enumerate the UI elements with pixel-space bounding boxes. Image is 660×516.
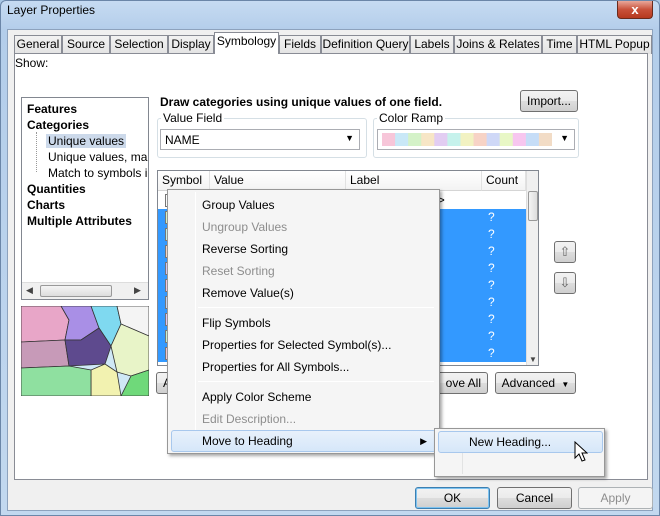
tree-multiple-attributes[interactable]: Multiple Attributes	[27, 214, 132, 228]
tree-unique-values-many[interactable]: Unique values, many	[48, 150, 148, 164]
ramp-color-stop	[382, 133, 396, 146]
tree-line	[36, 132, 37, 172]
ramp-color-stop	[538, 133, 552, 146]
mouse-cursor-icon	[574, 441, 588, 462]
arrow-down-icon: ⇩	[559, 275, 571, 290]
menu-properties-all-symbols[interactable]: Properties for All Symbols...	[171, 356, 436, 378]
ramp-color-stop	[473, 133, 488, 146]
cell-count: ?	[488, 227, 495, 241]
chevron-down-icon[interactable]: ▼	[560, 133, 569, 143]
tab-labels[interactable]: Labels	[410, 35, 454, 54]
menu-group-values[interactable]: Group Values	[171, 194, 436, 216]
cell-count: ?	[488, 329, 495, 343]
cell-count: ?	[488, 312, 495, 326]
tab-definition-query[interactable]: Definition Query	[321, 35, 410, 54]
grid-scroll-thumb[interactable]	[528, 191, 538, 221]
grid-context-menu: Group Values Ungroup Values Reverse Sort…	[167, 189, 440, 454]
menu-properties-selected-symbols[interactable]: Properties for Selected Symbol(s)...	[171, 334, 436, 356]
tab-source[interactable]: Source	[62, 35, 110, 54]
ramp-color-stop	[499, 133, 514, 146]
apply-button[interactable]: Apply	[578, 487, 653, 509]
col-header-count[interactable]: Count	[482, 171, 526, 191]
color-ramp-swatch	[382, 133, 552, 146]
cancel-button[interactable]: Cancel	[497, 487, 572, 509]
title-bar[interactable]: Layer Properties x	[1, 1, 659, 23]
value-field-value: NAME	[165, 133, 200, 147]
tab-html-popup[interactable]: HTML Popup	[577, 35, 652, 54]
color-ramp-label: Color Ramp	[377, 111, 446, 125]
ramp-color-stop	[486, 133, 501, 146]
tree-categories[interactable]: Categories	[27, 118, 89, 132]
ramp-color-stop	[512, 133, 527, 146]
renderer-heading: Draw categories using unique values of o…	[160, 95, 443, 109]
col-header-value[interactable]: Value	[210, 171, 346, 191]
tab-time[interactable]: Time	[542, 35, 577, 54]
scroll-right-icon[interactable]: ▶	[134, 285, 141, 296]
ok-button[interactable]: OK	[415, 487, 490, 509]
map-preview	[21, 306, 149, 396]
color-ramp-dropdown[interactable]: ▼	[377, 129, 575, 150]
menu-edit-description[interactable]: Edit Description...	[171, 408, 436, 430]
ramp-color-stop	[421, 133, 435, 146]
menu-separator	[198, 307, 434, 308]
cell-count: ?	[488, 244, 495, 258]
chevron-down-icon[interactable]: ▼	[345, 133, 354, 143]
ramp-color-stop	[447, 133, 461, 146]
menu-separator	[198, 381, 434, 382]
menu-flip-symbols[interactable]: Flip Symbols	[171, 312, 436, 334]
scroll-thumb[interactable]	[40, 285, 112, 297]
move-down-button[interactable]: ⇩	[554, 272, 576, 294]
menu-move-to-heading[interactable]: Move to Heading ▶	[171, 430, 436, 452]
tab-symbology[interactable]: Symbology	[214, 32, 279, 54]
tree-features[interactable]: Features	[27, 102, 77, 116]
menu-reset-sorting[interactable]: Reset Sorting	[171, 260, 436, 282]
tab-joins-relates[interactable]: Joins & Relates	[454, 35, 542, 54]
arrow-up-icon: ⇧	[559, 244, 571, 259]
ramp-color-stop	[525, 133, 540, 146]
scroll-left-icon[interactable]: ◀	[26, 285, 33, 296]
chevron-right-icon: ▶	[420, 436, 427, 446]
move-up-button[interactable]: ⇧	[554, 241, 576, 263]
advanced-button[interactable]: Advanced ▼	[495, 372, 576, 394]
tree-match-to-symbols[interactable]: Match to symbols in a	[48, 166, 148, 180]
col-header-label[interactable]: Label	[346, 171, 482, 191]
menu-ungroup-values[interactable]: Ungroup Values	[171, 216, 436, 238]
cell-count: ?	[488, 278, 495, 292]
tab-display[interactable]: Display	[168, 35, 214, 54]
cell-count: ?	[488, 210, 495, 224]
cell-count: ?	[488, 346, 495, 360]
tree-hscrollbar[interactable]: ◀ ▶	[22, 282, 148, 299]
tab-selection[interactable]: Selection	[110, 35, 168, 54]
window-title: Layer Properties	[7, 3, 96, 17]
tree-quantities[interactable]: Quantities	[27, 182, 86, 196]
value-field-dropdown[interactable]: NAME ▼	[160, 129, 360, 150]
menu-apply-color-scheme[interactable]: Apply Color Scheme	[171, 386, 436, 408]
advanced-label: Advanced	[501, 376, 556, 390]
tab-fields[interactable]: Fields	[279, 35, 321, 54]
show-label: Show:	[15, 56, 49, 70]
tree-charts[interactable]: Charts	[27, 198, 65, 212]
menu-move-to-heading-label: Move to Heading	[202, 434, 293, 448]
ramp-color-stop	[434, 133, 448, 146]
tab-general[interactable]: General	[14, 35, 62, 54]
menu-remove-values[interactable]: Remove Value(s)	[171, 282, 436, 304]
cell-count: ?	[488, 295, 495, 309]
cell-count: ?	[488, 261, 495, 275]
show-tree[interactable]: Features Categories Unique values Unique…	[21, 97, 149, 300]
close-button[interactable]: x	[617, 1, 653, 19]
ramp-color-stop	[460, 133, 475, 146]
value-field-label: Value Field	[161, 111, 225, 125]
col-header-symbol[interactable]: Symbol	[158, 171, 210, 191]
scroll-down-icon[interactable]: ▼	[529, 355, 537, 364]
grid-vscrollbar[interactable]: ▼	[526, 171, 538, 365]
tree-unique-values[interactable]: Unique values	[46, 134, 127, 148]
chevron-down-icon: ▼	[561, 380, 570, 389]
import-button[interactable]: Import...	[520, 90, 578, 112]
ramp-color-stop	[395, 133, 409, 146]
menu-reverse-sorting[interactable]: Reverse Sorting	[171, 238, 436, 260]
ramp-color-stop	[408, 133, 422, 146]
